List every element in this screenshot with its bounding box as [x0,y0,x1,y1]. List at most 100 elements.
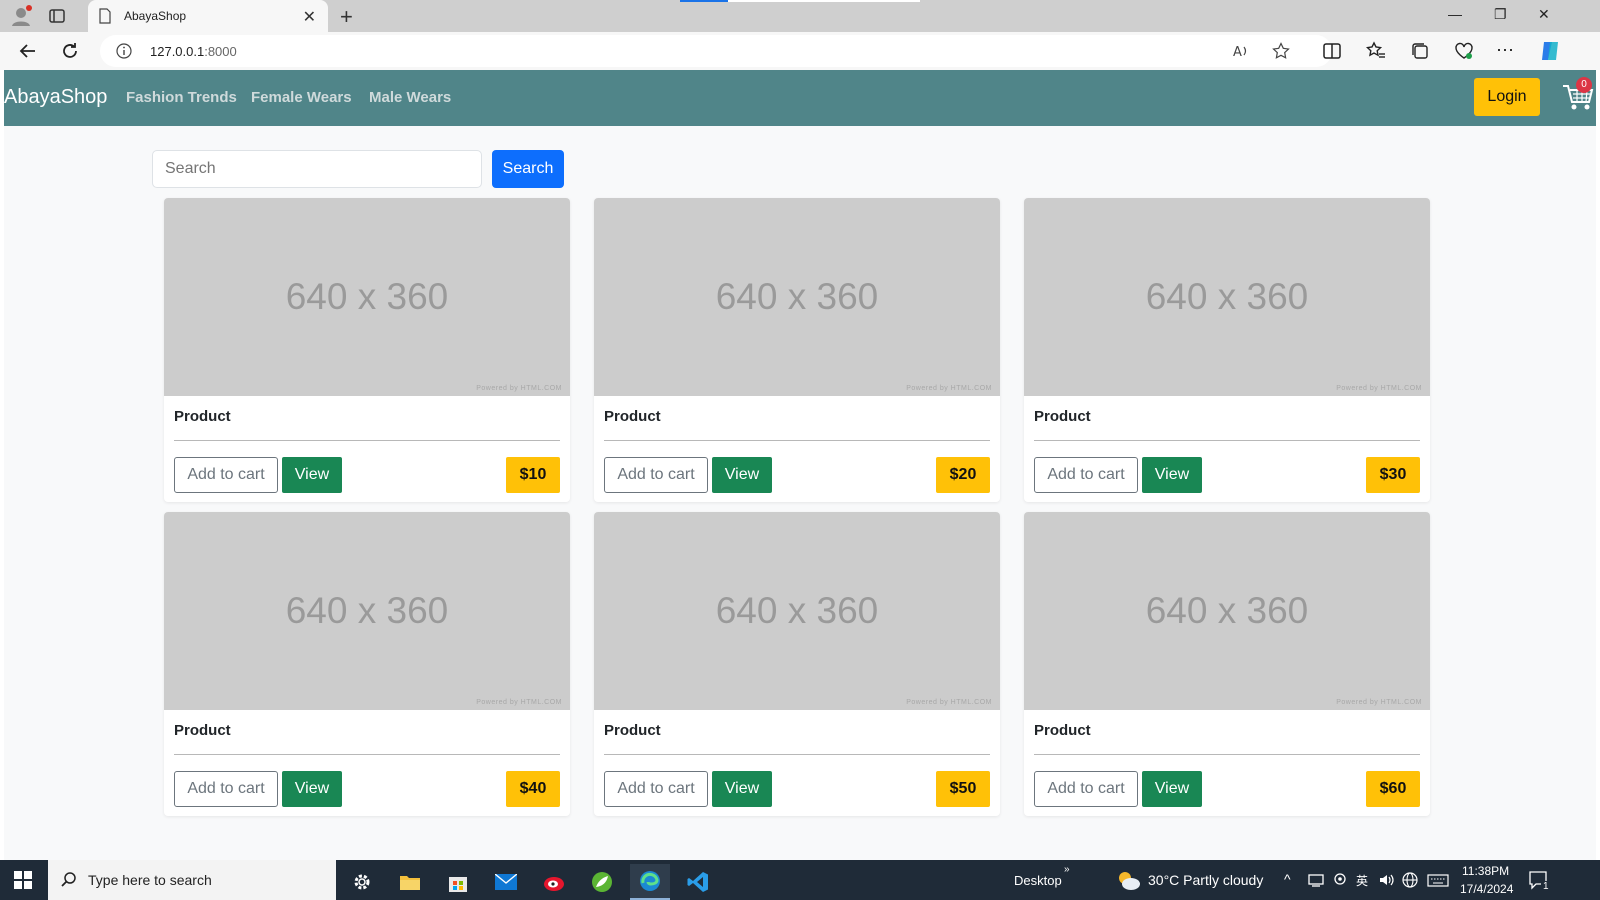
vscode-app[interactable] [678,864,718,900]
vscode-icon [687,872,708,892]
image-credit: Powered by HTML.COM [476,699,562,706]
product-name: Product [604,408,661,425]
view-button[interactable]: View [1142,771,1202,807]
nav-female-wears[interactable]: Female Wears [251,89,352,106]
weather-icon[interactable] [1115,869,1141,891]
store-app[interactable] [438,864,478,900]
product-image[interactable]: 640 x 360 Powered by HTML.COM [164,512,570,710]
favorites-icon[interactable] [1366,41,1386,61]
volume-icon[interactable] [1378,872,1394,888]
brand-link[interactable]: AbayaShop [4,86,107,109]
product-card: 640 x 360 Powered by HTML.COM Product Ad… [1024,512,1430,816]
more-options-icon[interactable]: ⋯ [1496,40,1514,61]
card-divider [174,754,560,755]
windows-start-icon[interactable] [14,871,32,889]
edge-app[interactable] [630,864,670,900]
price-badge: $10 [506,457,560,493]
taskbar-search[interactable]: Type here to search [48,860,336,900]
nav-fashion-trends[interactable]: Fashion Trends [126,89,237,106]
product-name: Product [1034,722,1091,739]
card-divider [1034,754,1420,755]
product-grid: 640 x 360 Powered by HTML.COM Product Ad… [164,198,1436,816]
add-to-cart-button[interactable]: Add to cart [1034,771,1138,807]
search-button[interactable]: Search [492,150,564,188]
view-button[interactable]: View [282,771,342,807]
search-icon [61,872,76,887]
close-window-icon[interactable]: ✕ [1538,6,1550,23]
product-image[interactable]: 640 x 360 Powered by HTML.COM [1024,198,1430,396]
product-image[interactable]: 640 x 360 Powered by HTML.COM [594,512,1000,710]
clock-time[interactable]: 11:38PM [1462,864,1509,878]
login-button[interactable]: Login [1474,78,1540,116]
clock-date[interactable]: 17/4/2024 [1460,882,1513,896]
network-drive-icon[interactable] [1308,872,1324,888]
weibo-app[interactable] [534,864,574,900]
view-button[interactable]: View [712,771,772,807]
add-to-cart-button[interactable]: Add to cart [604,771,708,807]
image-size-text: 640 x 360 [285,590,449,631]
browser-essentials-icon[interactable] [1454,41,1474,61]
chevron-right-icon[interactable]: » [1064,864,1070,875]
keyboard-icon[interactable] [1427,872,1449,888]
view-button[interactable]: View [282,457,342,493]
product-card: 640 x 360 Powered by HTML.COM Product Ad… [164,198,570,502]
image-size-text: 640 x 360 [1145,276,1309,317]
product-image[interactable]: 640 x 360 Powered by HTML.COM [164,198,570,396]
add-to-cart-button[interactable]: Add to cart [1034,457,1138,493]
product-card: 640 x 360 Powered by HTML.COM Product Ad… [164,512,570,816]
weather-text[interactable]: 30°C Partly cloudy [1148,872,1263,888]
profile-icon[interactable] [10,5,32,27]
search-input[interactable] [152,150,482,188]
edge-icon [640,871,660,891]
price-badge: $20 [936,457,990,493]
browser-tab[interactable]: AbayaShop ✕ [88,0,328,32]
image-size-text: 640 x 360 [715,276,879,317]
collections-icon[interactable] [1410,41,1430,61]
split-screen-icon[interactable] [1322,41,1342,61]
webcam-icon[interactable] [1332,872,1348,888]
image-credit: Powered by HTML.COM [1336,699,1422,706]
file-explorer-app[interactable] [390,864,430,900]
desktop-label[interactable]: Desktop [1014,873,1062,888]
view-button[interactable]: View [712,457,772,493]
chevron-up-icon[interactable]: ^ [1284,871,1291,887]
input-method-icon[interactable]: 英 [1355,872,1371,888]
new-tab-icon[interactable]: + [340,4,353,30]
tab-actions-icon[interactable] [48,7,66,25]
minimize-icon[interactable]: — [1448,6,1462,22]
card-divider [604,754,990,755]
add-to-cart-button[interactable]: Add to cart [174,457,278,493]
copilot-icon[interactable] [1538,39,1562,63]
weibo-icon [544,877,564,891]
product-card: 640 x 360 Powered by HTML.COM Product Ad… [1024,198,1430,502]
address-bar-row: 127.0.0.1:8000 A ⋯ [0,32,1600,70]
favorite-star-icon[interactable] [1272,42,1290,60]
image-size-text: 640 x 360 [715,590,879,631]
mail-app[interactable] [486,864,526,900]
settings-app[interactable] [342,864,382,900]
gear-icon [354,874,370,890]
card-divider [174,440,560,441]
globe-icon[interactable] [1402,872,1418,888]
notification-count: 1 [1541,881,1551,892]
svg-text:英: 英 [1356,874,1368,888]
read-aloud-icon[interactable]: A [1232,42,1250,60]
leaf-app[interactable] [582,864,622,900]
product-image[interactable]: 640 x 360 Powered by HTML.COM [1024,512,1430,710]
tab-title: AbayaShop [124,9,187,23]
close-tab-icon[interactable]: ✕ [303,7,316,27]
restore-icon[interactable]: ❐ [1494,6,1507,23]
back-icon[interactable] [18,41,38,61]
product-image[interactable]: 640 x 360 Powered by HTML.COM [594,198,1000,396]
image-credit: Powered by HTML.COM [906,699,992,706]
add-to-cart-button[interactable]: Add to cart [174,771,278,807]
info-icon[interactable] [116,43,132,59]
view-button[interactable]: View [1142,457,1202,493]
refresh-icon[interactable] [60,41,80,61]
add-to-cart-button[interactable]: Add to cart [604,457,708,493]
url-field[interactable]: 127.0.0.1:8000 A [100,35,1332,67]
card-divider [604,440,990,441]
price-badge: $40 [506,771,560,807]
nav-male-wears[interactable]: Male Wears [369,89,451,106]
price-badge: $50 [936,771,990,807]
